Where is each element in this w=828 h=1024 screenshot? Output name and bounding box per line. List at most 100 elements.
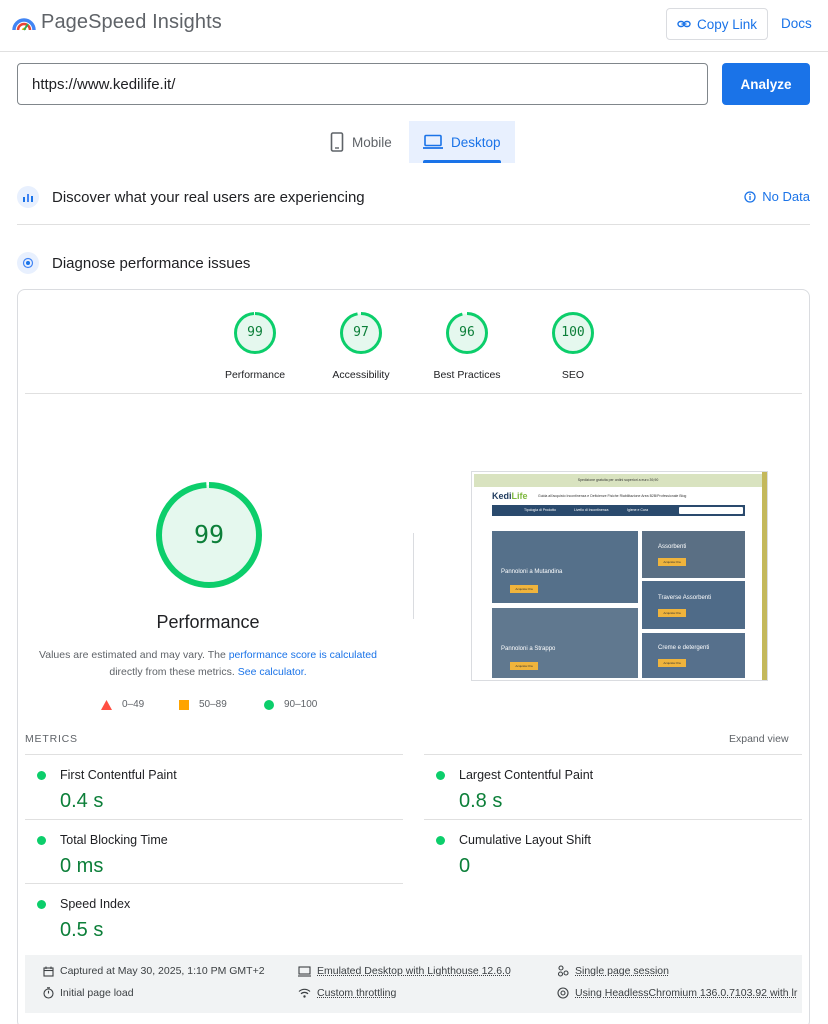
desktop-icon: [423, 134, 443, 149]
thumb-tile-button: Acquista Ora: [658, 558, 686, 566]
see-calculator-link[interactable]: See calculator.: [238, 666, 307, 678]
thumb-tile: Traverse Assorbenti Acquista Ora: [642, 581, 745, 629]
pagespeed-logo-icon: [12, 18, 36, 36]
session-text: Single page session: [575, 965, 669, 977]
top-bar: PageSpeed Insights Copy Link Docs: [0, 0, 828, 52]
metric-divider: [25, 883, 403, 884]
diagnose-title: Diagnose performance issues: [52, 254, 251, 272]
thumb-tile: Creme e detergenti Acquista Ora: [642, 633, 745, 678]
metric-value: 0.4 s: [60, 790, 104, 812]
thumb-menu: Guida all'acquisto Incontinenza e Defici…: [538, 494, 687, 498]
real-users-title: Discover what your real users are experi…: [52, 188, 365, 206]
pass-circle-icon: [37, 836, 46, 845]
score-calculated-link[interactable]: performance score is calculated: [229, 649, 377, 661]
legend-average: 50–89: [179, 699, 227, 710]
initial-load-item: Initial page load: [43, 987, 134, 999]
vertical-separator: [413, 533, 414, 619]
runtime-settings: Captured at May 30, 2025, 1:10 PM GMT+2 …: [25, 955, 802, 1013]
expand-view-toggle[interactable]: Expand view: [729, 733, 789, 745]
metric-value: 0.5 s: [60, 919, 104, 941]
section-divider: [17, 224, 810, 225]
pass-circle-icon: [37, 900, 46, 909]
no-data-status[interactable]: No Data: [744, 189, 810, 204]
throttling-item[interactable]: Custom throttling: [298, 987, 396, 999]
thumb-logo-a: Kedi: [492, 491, 512, 501]
legend-pass: 90–100: [264, 699, 317, 710]
copy-link-button[interactable]: Copy Link: [666, 8, 768, 40]
browser-item[interactable]: Using HeadlessChromium 136.0.7103.92 wit…: [557, 987, 797, 999]
thumb-nav-item: Igiene e Cura: [627, 508, 649, 512]
device-icon: [298, 965, 311, 977]
gauge-score: 96: [459, 325, 475, 340]
emulated-item[interactable]: Emulated Desktop with Lighthouse 12.6.0: [298, 965, 511, 977]
thumb-tile-button: Acquista Ora: [658, 609, 686, 617]
no-data-label: No Data: [762, 189, 810, 204]
app-title: PageSpeed Insights: [41, 11, 222, 33]
tab-desktop[interactable]: Desktop: [409, 121, 515, 163]
wifi-icon: [298, 988, 311, 998]
metric-divider: [25, 819, 403, 820]
thumb-tile-title: Assorbenti: [658, 544, 687, 550]
session-icon: [557, 965, 569, 977]
legend-pass-range: 90–100: [284, 699, 318, 710]
gauge-label: Best Practices: [433, 369, 501, 381]
thumb-tile-button: Acquista Ora: [658, 659, 686, 667]
captured-at-item: Captured at May 30, 2025, 1:10 PM GMT+2: [43, 965, 265, 977]
calendar-icon: [43, 966, 54, 977]
score-gauge-seo[interactable]: 100 SEO: [523, 311, 623, 381]
lab-data-icon: [17, 252, 39, 274]
metric-label: Largest Contentful Paint: [459, 768, 594, 782]
score-gauge-best-practices[interactable]: 96 Best Practices: [417, 311, 517, 381]
thumb-tile: Pannoloni a Strappo Acquista Ora: [492, 608, 638, 678]
mobile-icon: [330, 132, 344, 152]
url-input[interactable]: [17, 63, 708, 105]
chrome-icon: [557, 987, 569, 999]
copy-link-label: Copy Link: [696, 16, 758, 32]
docs-link[interactable]: Docs: [781, 16, 812, 31]
note-text-2: directly from these metrics.: [109, 666, 238, 678]
gauge-label: Accessibility: [332, 369, 390, 381]
session-item[interactable]: Single page session: [557, 965, 669, 977]
initial-load-text: Initial page load: [60, 987, 134, 999]
browser-text: Using HeadlessChromium 136.0.7103.92 wit…: [575, 987, 798, 999]
thumb-tile-title: Creme e detergenti: [658, 645, 710, 651]
thumb-tile-button: Acquista Ora: [510, 585, 538, 593]
thumb-tile: Pannoloni a Mutandina Acquista Ora: [492, 531, 638, 603]
metric-divider: [424, 819, 802, 820]
tab-desktop-label: Desktop: [451, 134, 501, 150]
thumb-tile-title: Pannoloni a Mutandina: [501, 569, 563, 575]
thumb-logo: KediLife: [492, 491, 528, 501]
pass-circle-icon: [436, 771, 445, 780]
thumb-scrollbar: [762, 472, 767, 680]
gauge-label: SEO: [561, 369, 585, 381]
metric-divider: [25, 754, 403, 755]
score-note: Values are estimated and may vary. The p…: [28, 647, 388, 681]
captured-at-text: Captured at May 30, 2025, 1:10 PM GMT+2: [60, 965, 265, 977]
thumb-tile: Assorbenti Acquista Ora: [642, 531, 745, 578]
metric-label: Cumulative Layout Shift: [459, 833, 592, 847]
tab-mobile[interactable]: Mobile: [318, 121, 408, 163]
metric-value: 0: [459, 855, 471, 877]
pass-circle-icon: [264, 699, 274, 710]
thumb-tile-title: Pannoloni a Strappo: [501, 646, 556, 652]
gauge-score: 100: [561, 325, 585, 340]
gauges-divider: [25, 393, 802, 394]
legend-fail-range: 0–49: [122, 699, 145, 710]
performance-score-value: 99: [193, 520, 225, 549]
score-gauge-performance[interactable]: 99 Performance: [205, 311, 305, 381]
analyze-button[interactable]: Analyze: [722, 63, 810, 105]
link-icon: [677, 20, 691, 28]
legend-fail: 0–49: [101, 699, 144, 710]
final-screenshot[interactable]: Spedizione gratuita per ordini superiori…: [471, 471, 768, 681]
metric-divider: [424, 754, 802, 755]
note-text: Values are estimated and may vary. The: [39, 649, 229, 661]
thumb-logo-b: Life: [511, 491, 528, 501]
metric-value: 0.8 s: [459, 790, 503, 812]
metric-label: Speed Index: [60, 897, 131, 911]
info-icon: [744, 190, 756, 203]
diagnose-section: Diagnose performance issues: [17, 243, 810, 283]
score-gauge-accessibility[interactable]: 97 Accessibility: [311, 311, 411, 381]
metric-label: First Contentful Paint: [60, 768, 177, 782]
timer-icon: [43, 987, 54, 999]
metric-label: Total Blocking Time: [60, 833, 168, 847]
